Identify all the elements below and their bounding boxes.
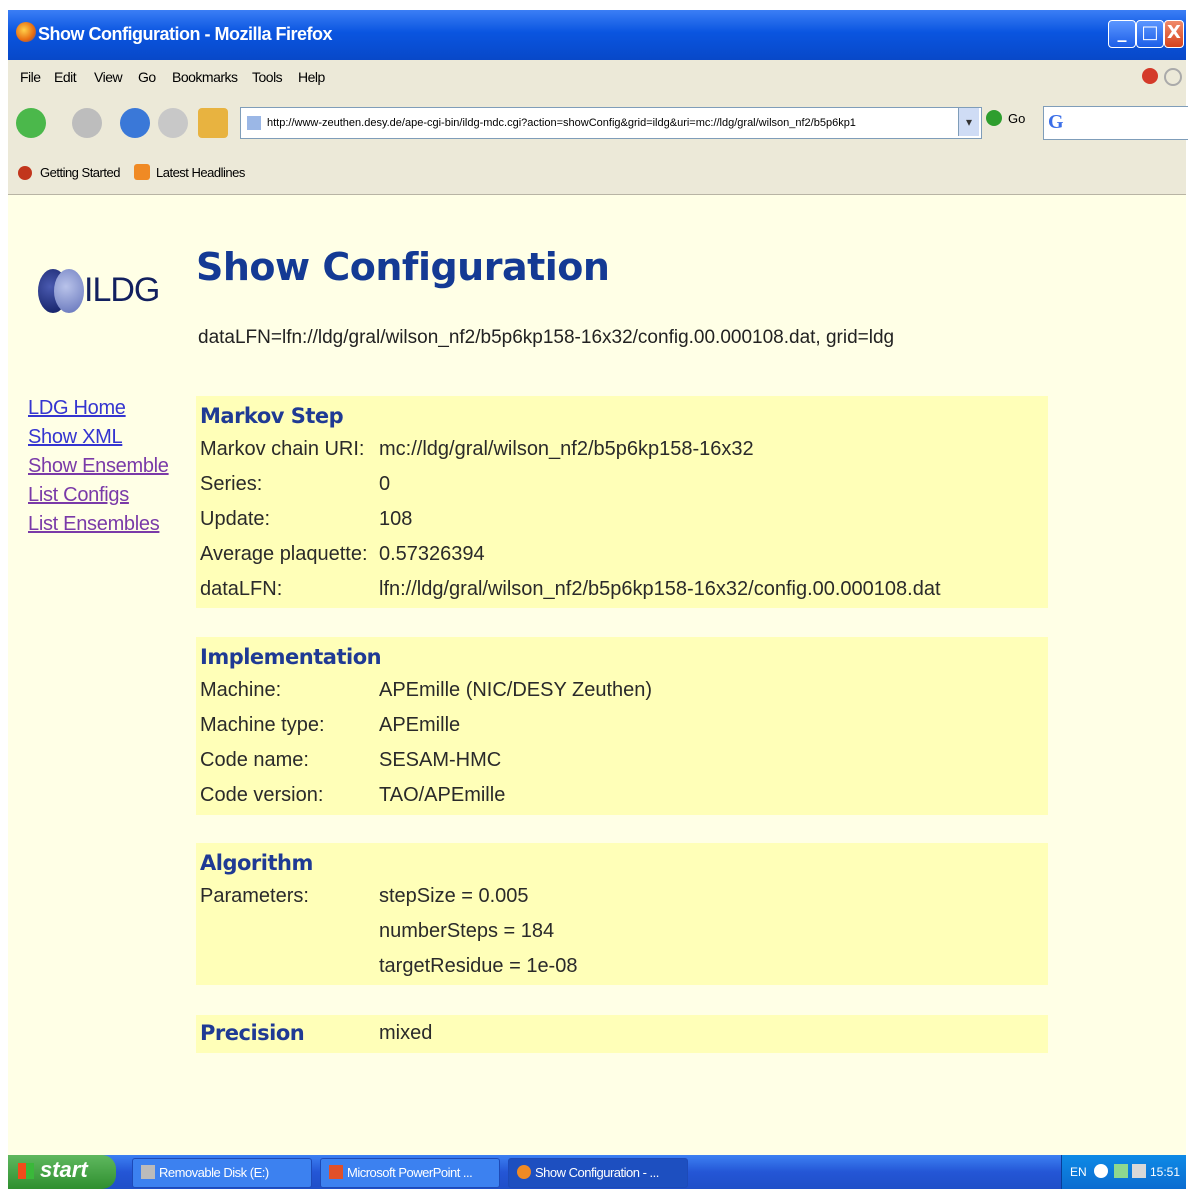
clock: 15:51 bbox=[1150, 1165, 1181, 1179]
bookmark-latest-headlines[interactable]: Latest Headlines bbox=[156, 165, 245, 180]
taskbar-item-firefox[interactable]: Show Configuration - ... bbox=[508, 1158, 688, 1188]
url-dropdown-chevron-icon[interactable]: ▾ bbox=[958, 108, 979, 136]
page-title: Show Configuration bbox=[196, 245, 610, 289]
code-version-value: TAO/APEmille bbox=[379, 784, 506, 806]
data-lfn-value: lfn://ldg/gral/wilson_nf2/b5p6kp158-16x3… bbox=[379, 578, 941, 600]
field-label: Code version: bbox=[200, 784, 324, 806]
rss-feed-icon bbox=[134, 164, 150, 180]
menu-file[interactable]: File bbox=[20, 69, 41, 85]
tray-expand-icon[interactable] bbox=[1094, 1164, 1108, 1178]
drive-icon bbox=[141, 1165, 155, 1179]
parameter-value: targetResidue = 1e-08 bbox=[379, 955, 578, 977]
field-label: dataLFN: bbox=[200, 578, 283, 600]
ildg-logo: ILDG bbox=[38, 267, 168, 315]
windows-logo-icon bbox=[18, 1163, 34, 1179]
network-icon[interactable] bbox=[1114, 1164, 1128, 1178]
code-name-value: SESAM-HMC bbox=[379, 749, 502, 771]
search-input[interactable]: G bbox=[1043, 106, 1188, 140]
start-button[interactable]: start bbox=[8, 1155, 116, 1189]
taskbar-item-removable-disk[interactable]: Removable Disk (E:) bbox=[132, 1158, 312, 1188]
go-button[interactable]: Go bbox=[986, 110, 1025, 126]
menu-bar: File Edit View Go Bookmarks Tools Help bbox=[8, 60, 1186, 94]
series-value: 0 bbox=[379, 473, 391, 495]
url-bar[interactable]: http://www-zeuthen.desy.de/ape-cgi-bin/i… bbox=[240, 107, 982, 139]
parameter-value: numberSteps = 184 bbox=[379, 920, 555, 942]
markov-chain-uri-value: mc://ldg/gral/wilson_nf2/b5p6kp158-16x32 bbox=[379, 438, 754, 460]
field-label: Machine: bbox=[200, 679, 282, 701]
section-heading: Markov Step bbox=[200, 404, 344, 428]
window-titlebar[interactable]: Show Configuration - Mozilla Firefox _ □… bbox=[8, 10, 1186, 60]
menu-go[interactable]: Go bbox=[138, 69, 156, 85]
section-heading: Implementation bbox=[200, 645, 382, 669]
sidebar-link-list-ensembles[interactable]: List Ensembles bbox=[28, 513, 160, 536]
precision-value: mixed bbox=[379, 1022, 433, 1044]
machine-value: APEmille (NIC/DESY Zeuthen) bbox=[379, 679, 653, 701]
taskbar-item-powerpoint[interactable]: Microsoft PowerPoint ... bbox=[320, 1158, 500, 1188]
data-lfn-line: dataLFN=lfn://ldg/gral/wilson_nf2/b5p6kp… bbox=[198, 327, 895, 348]
parameter-value: stepSize = 0.005 bbox=[379, 885, 529, 907]
navigation-toolbar: http://www-zeuthen.desy.de/ape-cgi-bin/i… bbox=[8, 94, 1188, 154]
field-label: Machine type: bbox=[200, 714, 325, 736]
volume-icon[interactable] bbox=[1132, 1164, 1146, 1178]
menu-help[interactable]: Help bbox=[298, 69, 325, 85]
forward-arrow-icon[interactable] bbox=[72, 108, 102, 138]
menu-edit[interactable]: Edit bbox=[54, 69, 77, 85]
sidebar-link-show-xml[interactable]: Show XML bbox=[28, 426, 123, 449]
field-label: Series: bbox=[200, 473, 263, 495]
language-indicator[interactable]: EN bbox=[1070, 1165, 1087, 1179]
stop-icon[interactable] bbox=[158, 108, 188, 138]
field-label: Parameters: bbox=[200, 885, 309, 907]
windows-taskbar: start Removable Disk (E:) Microsoft Powe… bbox=[8, 1155, 1186, 1189]
stop-indicator-icon bbox=[1142, 68, 1158, 84]
section-heading: Algorithm bbox=[200, 851, 313, 875]
home-icon[interactable] bbox=[198, 108, 228, 138]
page-favicon-icon bbox=[247, 116, 261, 130]
firefox-icon bbox=[517, 1165, 531, 1179]
update-value: 108 bbox=[379, 508, 413, 530]
field-label: Update: bbox=[200, 508, 271, 530]
firefox-icon bbox=[16, 22, 36, 42]
page-content: ILDG Show Configuration dataLFN=lfn://ld… bbox=[8, 195, 1186, 1155]
markov-step-section: Markov Step Markov chain URI: mc://ldg/g… bbox=[196, 396, 1048, 608]
powerpoint-icon bbox=[329, 1165, 343, 1179]
algorithm-section: Algorithm Parameters: stepSize = 0.005 n… bbox=[196, 843, 1048, 985]
google-search-icon: G bbox=[1048, 111, 1064, 133]
maximize-button[interactable]: □ bbox=[1136, 20, 1164, 48]
sidebar-link-show-ensemble[interactable]: Show Ensemble bbox=[28, 455, 169, 478]
menu-bookmarks[interactable]: Bookmarks bbox=[172, 69, 238, 85]
url-text: http://www-zeuthen.desy.de/ape-cgi-bin/i… bbox=[267, 117, 856, 129]
menu-view[interactable]: View bbox=[94, 69, 123, 85]
average-plaquette-value: 0.57326394 bbox=[379, 543, 485, 565]
bookmarks-toolbar: Getting Started Latest Headlines bbox=[8, 154, 1186, 195]
back-arrow-icon[interactable] bbox=[16, 108, 46, 138]
field-label: Markov chain URI: bbox=[200, 438, 365, 460]
reload-icon[interactable] bbox=[120, 108, 150, 138]
close-button[interactable]: X bbox=[1164, 20, 1184, 48]
implementation-section: Implementation Machine: APEmille (NIC/DE… bbox=[196, 637, 1048, 815]
bookmark-getting-started[interactable]: Getting Started bbox=[40, 165, 120, 180]
section-heading: Precision bbox=[200, 1021, 305, 1045]
minimize-button[interactable]: _ bbox=[1108, 20, 1136, 48]
sidebar-link-ldg-home[interactable]: LDG Home bbox=[28, 397, 126, 420]
sidebar-link-list-configs[interactable]: List Configs bbox=[28, 484, 129, 507]
go-arrow-icon bbox=[986, 110, 1002, 126]
machine-type-value: APEmille bbox=[379, 714, 461, 736]
field-label: Code name: bbox=[200, 749, 309, 771]
activity-throbber-icon bbox=[1164, 68, 1182, 86]
getting-started-icon bbox=[18, 166, 32, 180]
window-title: Show Configuration - Mozilla Firefox bbox=[38, 24, 333, 44]
precision-section: Precision mixed bbox=[196, 1015, 1048, 1053]
menu-tools[interactable]: Tools bbox=[252, 69, 283, 85]
field-label: Average plaquette: bbox=[200, 543, 368, 565]
system-tray: EN 15:51 bbox=[1061, 1155, 1186, 1189]
